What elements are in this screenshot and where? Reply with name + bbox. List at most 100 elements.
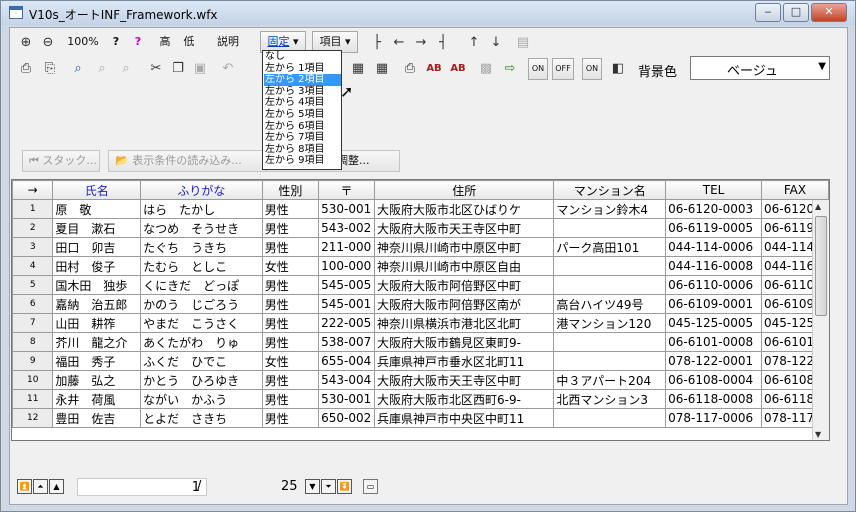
context-help-button[interactable]: ? <box>128 32 148 54</box>
stack-button[interactable]: ⏮ スタック... <box>22 150 100 172</box>
data-grid[interactable]: → 氏名 ふりがな 性別 〒 住所 マンション名 TEL FAX 1原 敬はら … <box>11 179 830 441</box>
page-number-field[interactable]: 1 <box>77 478 207 496</box>
arrow-right-icon[interactable]: → <box>411 32 431 52</box>
prev-page-icon[interactable]: ▲ <box>49 479 64 494</box>
align-left-edge-icon[interactable]: ├ <box>367 32 387 52</box>
cell-furigana[interactable]: とよだ さきち <box>140 408 263 428</box>
dropdown-item[interactable]: 左から 6項目 <box>264 121 341 133</box>
cell-furigana[interactable]: たむら としこ <box>140 256 263 276</box>
cell-postal[interactable]: 650-002 <box>318 408 376 428</box>
cell-furigana[interactable]: あくたがわ りゅ <box>140 332 263 352</box>
cell-row-number[interactable]: 11 <box>12 389 54 409</box>
export-icon[interactable]: ⇨ <box>500 58 520 78</box>
cell-postal[interactable]: 530-001 <box>318 199 376 219</box>
load-conditions-button[interactable]: 📂 表示条件の読み込み... <box>108 150 266 172</box>
dropdown-item[interactable]: なし <box>264 51 341 63</box>
cell-furigana[interactable]: はら たかし <box>140 199 263 219</box>
cell-gender[interactable]: 女性 <box>261 351 320 371</box>
cell-address[interactable]: 大阪府大阪市鶴見区東町9- <box>374 332 555 352</box>
cell-gender[interactable]: 男性 <box>261 408 320 428</box>
header-gender[interactable]: 性別 <box>261 180 320 200</box>
first-page-icon[interactable]: ⏫ <box>17 479 32 494</box>
table-row[interactable]: 2 夏目 漱石 なつめ そうせき 男性 543-002 大阪府大阪市天王寺区中町 06-61… <box>12 218 829 238</box>
cell-furigana[interactable]: くにきだ どっぽ <box>140 275 263 295</box>
cell-postal[interactable]: 538-007 <box>318 332 376 352</box>
cell-building[interactable] <box>553 408 667 428</box>
dropdown-item[interactable]: 左から 3項目 <box>264 86 341 98</box>
print-icon[interactable]: ⎙ <box>16 58 36 78</box>
cell-row-number[interactable]: 12 <box>12 408 54 428</box>
align-right-edge-icon[interactable]: ┤ <box>433 32 453 52</box>
arrow-left-icon[interactable]: ← <box>389 32 409 52</box>
arrow-down-icon[interactable]: ↓ <box>486 32 506 52</box>
cell-address[interactable]: 大阪府大阪市北区西町6-9- <box>374 389 555 409</box>
cell-tel[interactable]: 06-6120-0003 <box>665 199 762 219</box>
sort-descending-icon[interactable]: AB <box>448 58 468 78</box>
cell-building[interactable]: 北西マンション3 <box>553 389 667 409</box>
cell-name[interactable]: 芥川 龍之介 <box>52 332 142 352</box>
cell-gender[interactable]: 男性 <box>261 275 320 295</box>
cell-tel[interactable]: 06-6101-0008 <box>665 332 762 352</box>
cell-name[interactable]: 山田 耕筰 <box>52 313 142 333</box>
cell-postal[interactable]: 543-002 <box>318 218 376 238</box>
table-row[interactable]: 6 嘉納 治五郎 かのう じごろう 男性 545-001 大阪府大阪市阿倍野区南が 高台ハイ… <box>12 294 829 314</box>
off-toggle[interactable]: OFF <box>552 58 574 80</box>
cell-building[interactable] <box>553 256 667 276</box>
header-tel[interactable]: TEL <box>665 180 762 200</box>
cell-furigana[interactable]: かのう じごろう <box>140 294 263 314</box>
find-next-icon[interactable]: ⌕ <box>92 58 112 78</box>
cell-address[interactable]: 大阪府大阪市阿倍野区中町 <box>374 275 555 295</box>
cell-furigana[interactable]: なつめ そうせき <box>140 218 263 238</box>
cell-postal[interactable]: 222-005 <box>318 313 376 333</box>
cell-building[interactable]: 港マンション120 <box>553 313 667 333</box>
calendar-icon[interactable]: ▭ <box>363 479 378 494</box>
dropdown-item[interactable]: 左から 2項目 <box>264 74 341 87</box>
cell-address[interactable]: 神奈川県横浜市港北区北町 <box>374 313 555 333</box>
cell-name[interactable]: 国木田 独歩 <box>52 275 142 295</box>
header-name[interactable]: 氏名 <box>52 180 142 200</box>
cell-tel[interactable]: 044-114-0006 <box>665 237 762 257</box>
arrow-up-icon[interactable]: ↑ <box>464 32 484 52</box>
scroll-down-icon[interactable]: ▼ <box>815 430 821 439</box>
header-selector[interactable]: → <box>12 180 54 200</box>
cell-gender[interactable]: 男性 <box>261 237 320 257</box>
table-row[interactable]: 12 豊田 佐吉 とよだ さきち 男性 650-002 兵庫県神戸市中央区中町11 078-… <box>12 408 829 428</box>
cell-building[interactable]: パーク高田101 <box>553 237 667 257</box>
cell-tel[interactable]: 078-122-0001 <box>665 351 762 371</box>
dropdown-item[interactable]: 左から 8項目 <box>264 144 341 156</box>
zoom-in-icon[interactable]: ⊕ <box>16 32 36 52</box>
cell-tel[interactable]: 044-116-0008 <box>665 256 762 276</box>
cell-building[interactable] <box>553 332 667 352</box>
header-furigana[interactable]: ふりがな <box>140 180 263 200</box>
row-height-low-button[interactable]: 低 <box>178 32 200 54</box>
table-row[interactable]: 7 山田 耕筰 やまだ こうさく 男性 222-005 神奈川県横浜市港北区北町 港マンショ… <box>12 313 829 333</box>
cell-gender[interactable]: 男性 <box>261 294 320 314</box>
table-row[interactable]: 4 田村 俊子 たむら としこ 女性 100-000 神奈川県川崎市中原区自由 044-11… <box>12 256 829 276</box>
paste-icon[interactable]: ▣ <box>190 58 210 78</box>
dropdown-item[interactable]: 左から 9項目 <box>264 155 341 167</box>
cell-row-number[interactable]: 10 <box>12 370 54 390</box>
cell-tel[interactable]: 06-6110-0006 <box>665 275 762 295</box>
zoom-100-button[interactable]: 100% <box>66 32 100 54</box>
sort-ascending-icon[interactable]: AB <box>424 58 444 78</box>
dropdown-item[interactable]: 左から 7項目 <box>264 132 341 144</box>
cell-gender[interactable]: 男性 <box>261 199 320 219</box>
cell-address[interactable]: 神奈川県川崎市中原区自由 <box>374 256 555 276</box>
table-row[interactable]: 8 芥川 龍之介 あくたがわ りゅ 男性 538-007 大阪府大阪市鶴見区東町9- 06-… <box>12 332 829 352</box>
table-row[interactable]: 11 永井 荷風 ながい かふう 男性 530-001 大阪府大阪市北区西町6-9- 北西マ… <box>12 389 829 409</box>
print-setup-icon[interactable]: ⎙ <box>400 58 420 78</box>
cell-postal[interactable]: 100-000 <box>318 256 376 276</box>
cell-name[interactable]: 永井 荷風 <box>52 389 142 409</box>
cell-row-number[interactable]: 4 <box>12 256 54 276</box>
minimize-button[interactable]: ‒ <box>755 3 781 22</box>
cell-name[interactable]: 豊田 佐吉 <box>52 408 142 428</box>
cell-tel[interactable]: 06-6118-0008 <box>665 389 762 409</box>
prev-block-icon[interactable]: ⏶ <box>33 479 48 494</box>
cell-gender[interactable]: 男性 <box>261 370 320 390</box>
cell-address[interactable]: 兵庫県神戸市垂水区北町11 <box>374 351 555 371</box>
cell-address[interactable]: 大阪府大阪市阿倍野区南が <box>374 294 555 314</box>
cell-furigana[interactable]: やまだ こうさく <box>140 313 263 333</box>
cell-row-number[interactable]: 1 <box>12 199 54 219</box>
form-icon[interactable]: ▦ <box>348 58 368 78</box>
cell-row-number[interactable]: 2 <box>12 218 54 238</box>
